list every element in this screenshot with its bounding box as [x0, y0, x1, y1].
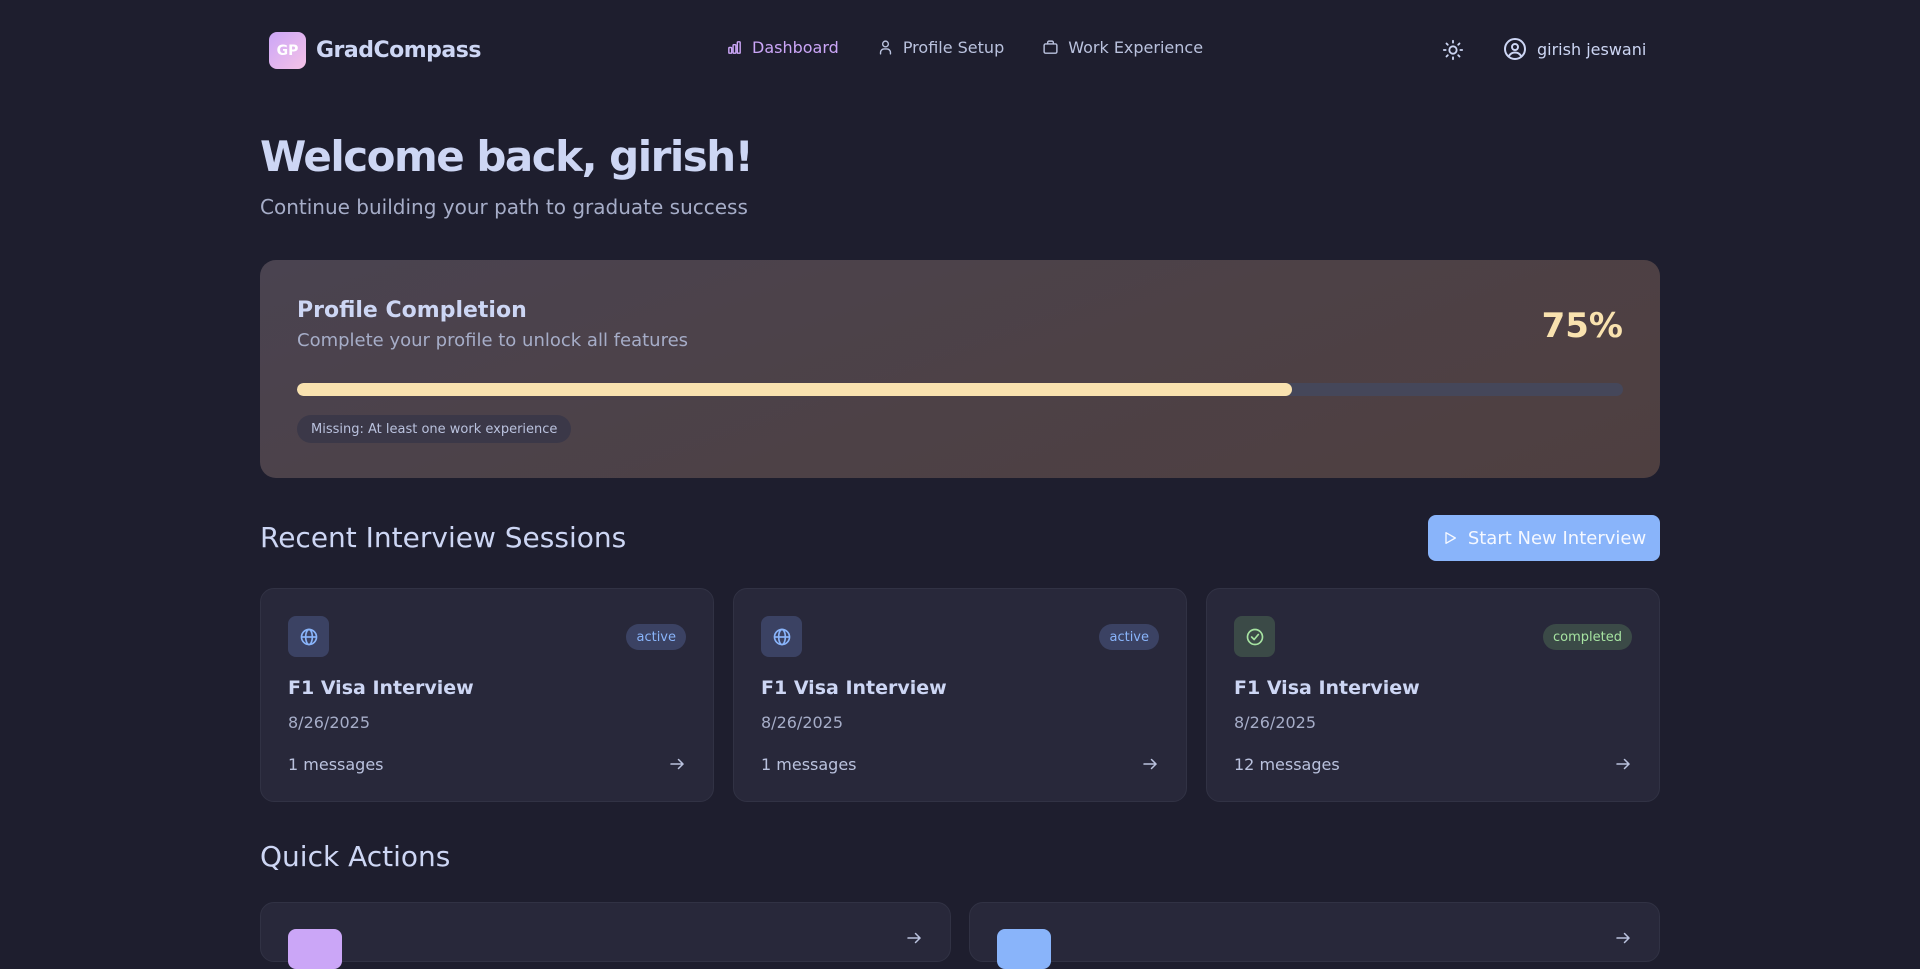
- session-messages: 1 messages: [761, 755, 857, 774]
- arrow-right-icon[interactable]: [1141, 755, 1159, 773]
- session-icon-box: [761, 616, 802, 657]
- session-title: F1 Visa Interview: [761, 677, 947, 699]
- profile-completion-card: Profile Completion Complete your profile…: [260, 260, 1660, 478]
- completion-percent: 75%: [1541, 306, 1623, 346]
- session-card[interactable]: completed F1 Visa Interview 8/26/2025 12…: [1206, 588, 1660, 802]
- user-icon: [879, 40, 891, 55]
- session-icon-box: [288, 616, 329, 657]
- nav-item-profile-setup[interactable]: Profile Setup: [877, 38, 1004, 57]
- progress-bar: [297, 383, 1623, 396]
- bar-chart-icon: [728, 41, 741, 54]
- briefcase-icon: [1043, 40, 1058, 54]
- completion-subtitle: Complete your profile to unlock all feat…: [297, 330, 689, 351]
- progress-fill: [297, 383, 1292, 396]
- status-badge: active: [626, 624, 686, 650]
- sessions-heading: Recent Interview Sessions: [260, 521, 627, 554]
- nav-item-label: Dashboard: [752, 38, 839, 57]
- quick-action-icon: [288, 929, 342, 969]
- missing-badge: Missing: At least one work experience: [297, 415, 572, 443]
- quick-actions-heading: Quick Actions: [260, 840, 451, 873]
- logo-badge: GP: [269, 32, 306, 69]
- session-card[interactable]: active F1 Visa Interview 8/26/2025 1 mes…: [733, 588, 1187, 802]
- start-new-interview-button[interactable]: Start New Interview: [1428, 515, 1660, 561]
- nav-item-label: Profile Setup: [902, 38, 1005, 57]
- nav-links: Dashboard Profile Setup Work Experience: [726, 38, 1203, 57]
- completion-title: Profile Completion: [297, 298, 527, 323]
- session-messages: 1 messages: [288, 755, 384, 774]
- session-date: 8/26/2025: [1234, 713, 1317, 732]
- session-card[interactable]: active F1 Visa Interview 8/26/2025 1 mes…: [260, 588, 714, 802]
- brand-logo[interactable]: GP GradCompass: [269, 32, 481, 69]
- user-menu[interactable]: girish jeswani: [1503, 37, 1646, 61]
- nav-item-work-experience[interactable]: Work Experience: [1042, 38, 1203, 57]
- quick-action-card[interactable]: [260, 902, 951, 969]
- check-circle-icon: [1246, 628, 1263, 645]
- sun-icon[interactable]: [1442, 39, 1464, 61]
- session-date: 8/26/2025: [288, 713, 371, 732]
- session-icon-box: [1234, 616, 1275, 657]
- arrow-right-icon[interactable]: [668, 755, 686, 773]
- page-title: Welcome back, girish!: [260, 132, 754, 181]
- user-circle-icon: [1504, 38, 1526, 60]
- page-subtitle: Continue building your path to graduate …: [260, 195, 748, 219]
- arrow-right-icon[interactable]: [905, 929, 923, 947]
- quick-action-icon: [997, 929, 1051, 969]
- play-icon: [1445, 532, 1456, 544]
- globe-icon: [773, 628, 790, 645]
- status-badge: active: [1099, 624, 1159, 650]
- brand-name: GradCompass: [316, 38, 481, 63]
- nav-item-dashboard[interactable]: Dashboard: [726, 38, 839, 57]
- session-title: F1 Visa Interview: [1234, 677, 1420, 699]
- session-messages: 12 messages: [1234, 755, 1340, 774]
- arrow-right-icon[interactable]: [1614, 929, 1632, 947]
- arrow-right-icon[interactable]: [1614, 755, 1632, 773]
- start-button-label: Start New Interview: [1467, 527, 1647, 549]
- top-nav: GP GradCompass Dashboard Profile Setup W…: [0, 0, 1920, 100]
- quick-action-card[interactable]: [969, 902, 1660, 969]
- globe-icon: [300, 628, 317, 645]
- nav-item-label: Work Experience: [1068, 38, 1204, 57]
- session-title: F1 Visa Interview: [288, 677, 474, 699]
- user-name: girish jeswani: [1537, 39, 1647, 59]
- status-badge: completed: [1543, 624, 1632, 650]
- session-date: 8/26/2025: [761, 713, 844, 732]
